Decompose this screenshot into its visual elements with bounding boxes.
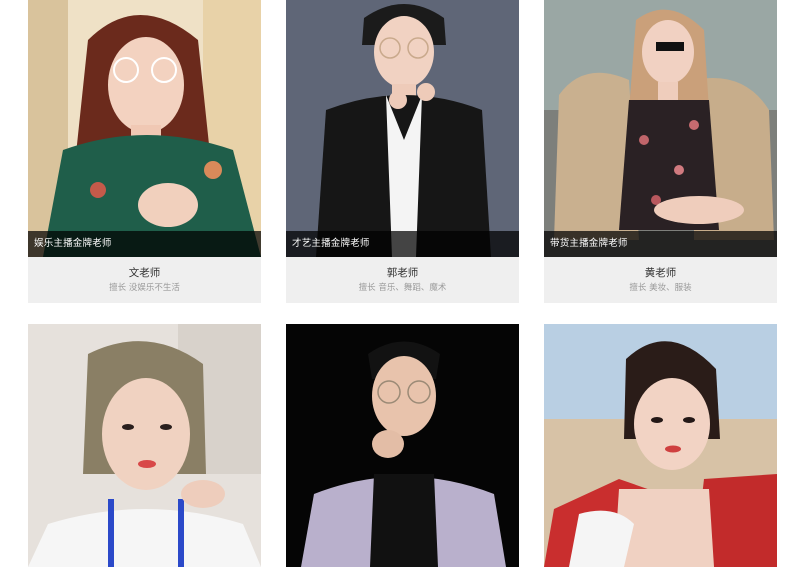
tag-overlay: 带货主播金牌老师 xyxy=(544,231,777,257)
teacher-info-1: 文老师 擅长 没娱乐不生活 xyxy=(28,257,261,303)
teacher-desc: 擅长 美妆、服装 xyxy=(629,283,692,293)
teacher-photo-2[interactable]: 才艺主播金牌老师 xyxy=(286,0,519,257)
teacher-photo-1[interactable]: 娱乐主播金牌老师 xyxy=(28,0,261,257)
teacher-photo-3[interactable]: 带货主播金牌老师 xyxy=(544,0,777,257)
teacher-name: 郭老师 xyxy=(386,267,419,279)
teacher-desc: 擅长 没娱乐不生活 xyxy=(109,283,180,293)
teacher-tag: 才艺主播金牌老师 xyxy=(292,238,370,249)
tag-overlay: 娱乐主播金牌老师 xyxy=(28,231,261,257)
teacher-info-2: 郭老师 擅长 音乐、舞蹈、魔术 xyxy=(286,257,519,303)
teacher-tag: 娱乐主播金牌老师 xyxy=(34,238,112,249)
teacher-photo-4[interactable] xyxy=(28,324,261,567)
teacher-name: 文老师 xyxy=(128,267,161,279)
tag-overlay: 才艺主播金牌老师 xyxy=(286,231,519,257)
teacher-tag: 带货主播金牌老师 xyxy=(550,238,628,249)
teacher-info-3: 黄老师 擅长 美妆、服装 xyxy=(544,257,777,303)
teacher-desc: 擅长 音乐、舞蹈、魔术 xyxy=(358,283,447,293)
teacher-name: 黄老师 xyxy=(644,267,677,279)
teacher-photo-5[interactable] xyxy=(286,324,519,567)
teacher-photo-6[interactable] xyxy=(544,324,777,567)
teacher-grid: 娱乐主播金牌老师 文老师 擅长 没娱乐不生活 才艺主播金牌老师 郭老师 擅长 音… xyxy=(0,0,800,567)
